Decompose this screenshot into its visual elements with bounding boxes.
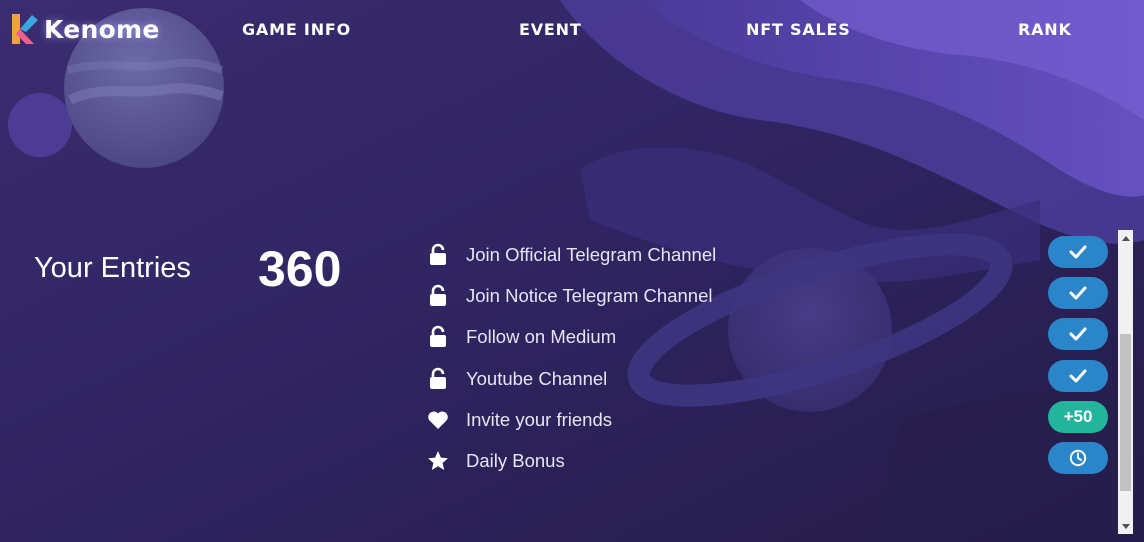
task-label: Youtube Channel bbox=[466, 368, 608, 389]
nav-event[interactable]: EVENT bbox=[519, 20, 582, 39]
task-item: Follow on Medium bbox=[426, 318, 1116, 354]
unlock-icon bbox=[430, 243, 446, 265]
task-done-button[interactable] bbox=[1048, 360, 1108, 392]
unlock-icon bbox=[430, 325, 446, 347]
scroll-down-arrow-icon[interactable] bbox=[1118, 519, 1133, 534]
nav-game-info[interactable]: GAME INFO bbox=[242, 20, 351, 39]
clock-icon bbox=[1069, 449, 1087, 467]
task-done-button[interactable] bbox=[1048, 236, 1108, 268]
check-icon bbox=[1069, 369, 1087, 383]
brand-name: Kenome bbox=[44, 14, 160, 44]
check-icon bbox=[1069, 327, 1087, 341]
nav-nft-sales[interactable]: NFT SALES bbox=[746, 20, 851, 39]
task-label: Daily Bonus bbox=[466, 450, 565, 471]
task-item: Youtube Channel bbox=[426, 360, 1116, 396]
task-item: Daily Bonus bbox=[426, 442, 1116, 478]
scrollbar-thumb[interactable] bbox=[1120, 334, 1131, 491]
task-list-scrollbar[interactable] bbox=[1118, 230, 1133, 534]
task-label: Join Official Telegram Channel bbox=[466, 244, 717, 265]
brand-logo[interactable]: Kenome bbox=[8, 12, 160, 46]
nav-rank[interactable]: RANK bbox=[1018, 20, 1072, 39]
task-item: Join Official Telegram Channel bbox=[426, 236, 1116, 272]
daily-bonus-button[interactable] bbox=[1048, 442, 1108, 474]
check-icon bbox=[1069, 286, 1087, 300]
top-nav: Kenome GAME INFO EVENT NFT SALES RANK bbox=[0, 0, 1144, 62]
task-done-button[interactable] bbox=[1048, 277, 1108, 309]
heart-icon bbox=[428, 411, 448, 429]
check-icon bbox=[1069, 245, 1087, 259]
star-icon bbox=[428, 451, 448, 470]
task-label: Invite your friends bbox=[466, 409, 613, 430]
task-done-button[interactable] bbox=[1048, 318, 1108, 350]
entries-label: Your Entries bbox=[34, 252, 191, 284]
unlock-icon bbox=[430, 284, 446, 306]
scroll-up-arrow-icon[interactable] bbox=[1118, 230, 1133, 245]
entries-count: 360 bbox=[258, 241, 342, 297]
task-item: Invite your friends +50 bbox=[426, 401, 1116, 437]
task-label: Follow on Medium bbox=[466, 326, 617, 347]
kenome-logo-icon bbox=[12, 14, 38, 44]
task-label: Join Notice Telegram Channel bbox=[466, 285, 713, 306]
unlock-icon bbox=[430, 367, 446, 389]
invite-bonus-button[interactable]: +50 bbox=[1048, 401, 1108, 433]
task-item: Join Notice Telegram Channel bbox=[426, 277, 1116, 313]
